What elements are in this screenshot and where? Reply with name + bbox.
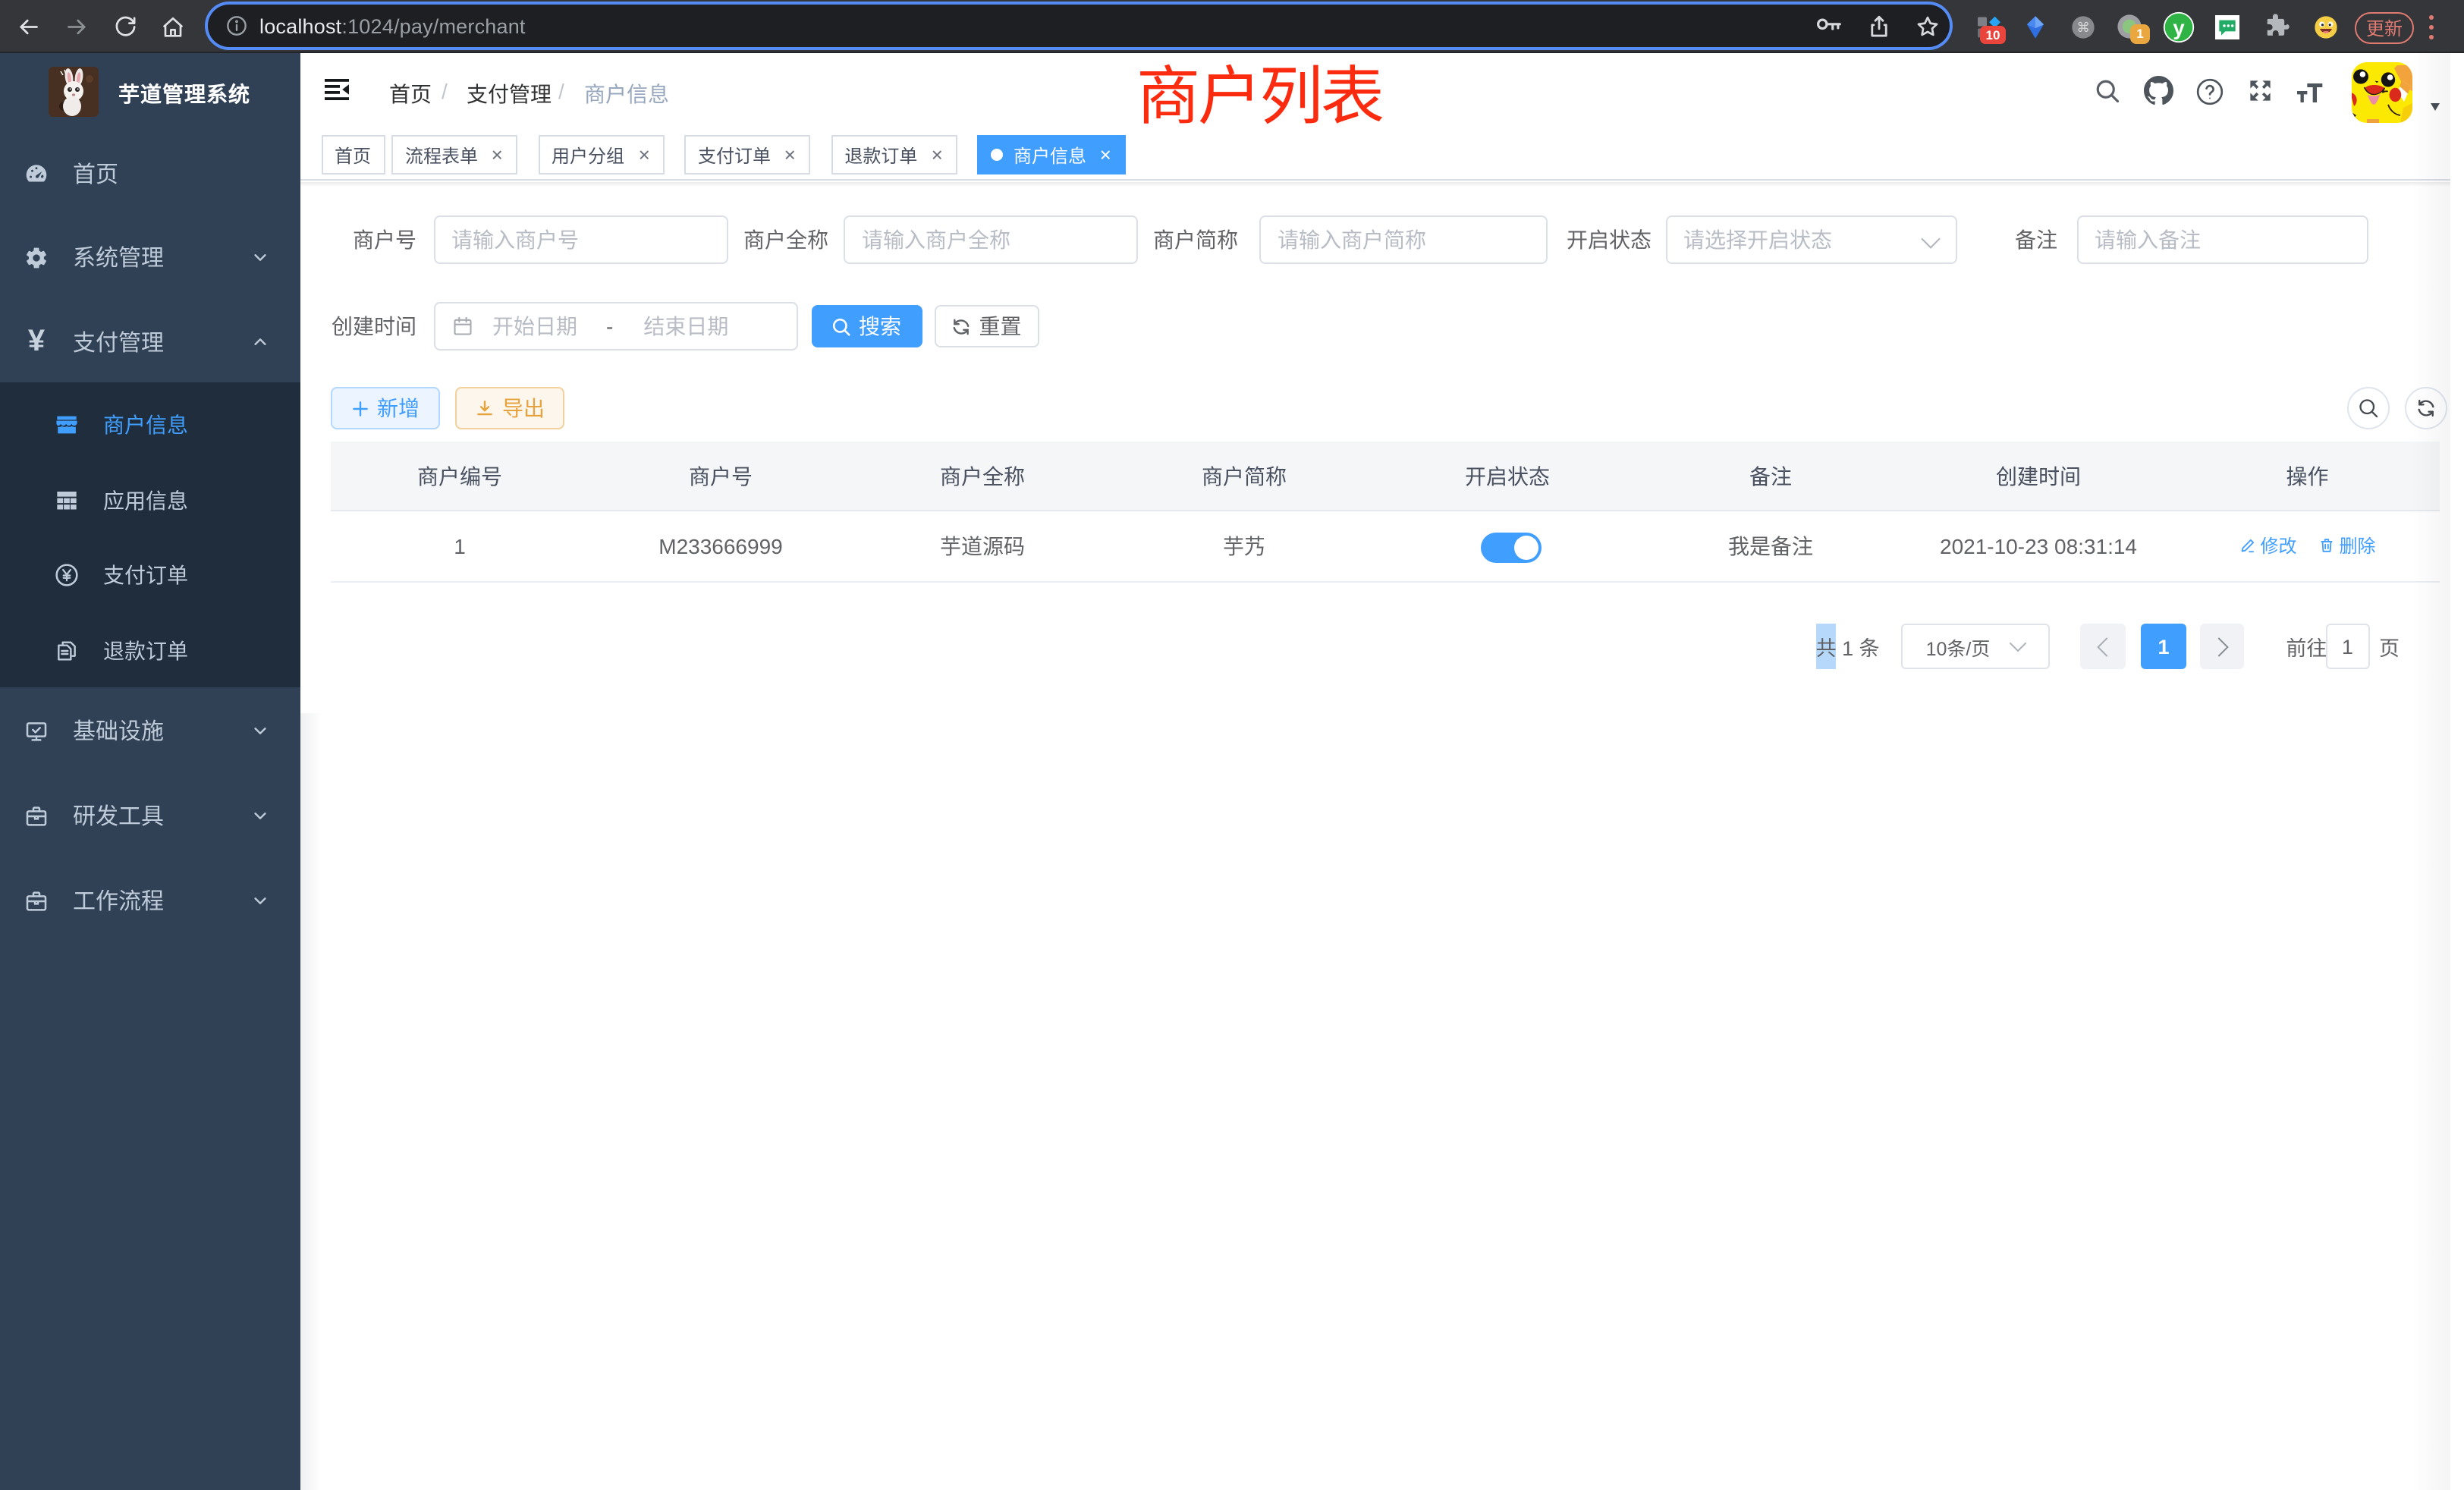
svg-text:y: y — [2172, 15, 2184, 39]
svg-text:⌘: ⌘ — [2076, 19, 2088, 34]
